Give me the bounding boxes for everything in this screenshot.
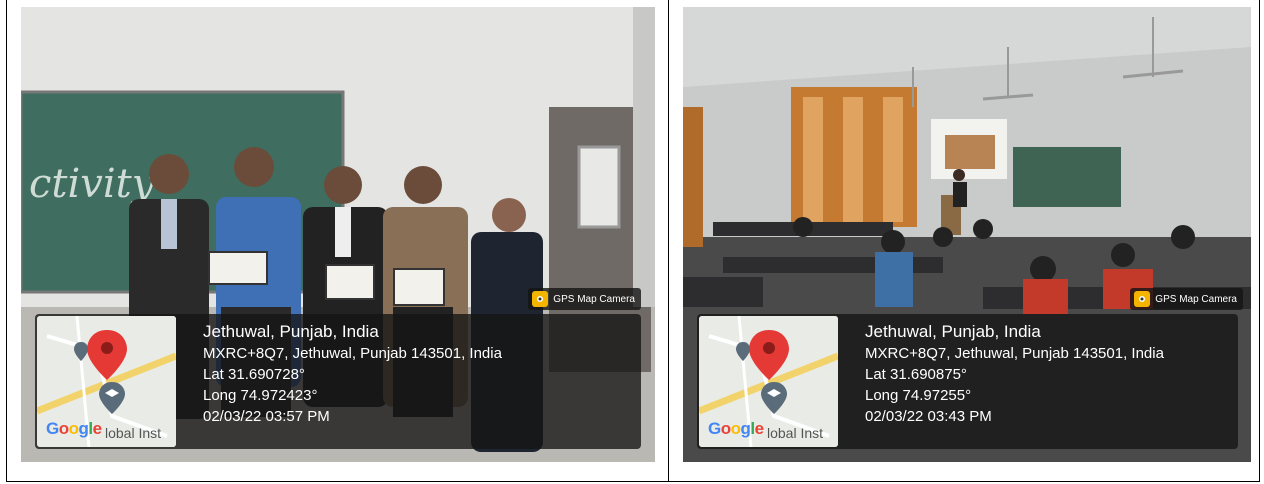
address: MXRC+8Q7, Jethuwal, Punjab 143501, India	[865, 345, 1164, 362]
latitude: Lat 31.690728°	[203, 366, 305, 383]
place-name: Jethuwal, Punjab, India	[203, 322, 379, 341]
camera-icon	[1134, 291, 1151, 307]
certificate-3	[393, 268, 445, 306]
gps-info-text: Jethuwal, Punjab, India MXRC+8Q7, Jethuw…	[203, 320, 502, 427]
place-name: Jethuwal, Punjab, India	[865, 322, 1041, 341]
camera-icon	[532, 291, 549, 307]
map-thumbnail: Google lobal Inst	[699, 316, 838, 447]
datetime: 02/03/22 03:57 PM	[203, 408, 330, 425]
map-caption: lobal Inst	[767, 425, 824, 441]
photo-award-ceremony: ctivity GPS Map Camera Google lobal Inst…	[21, 7, 655, 462]
gps-info-text: Jethuwal, Punjab, India MXRC+8Q7, Jethuw…	[865, 320, 1164, 427]
google-logo: Google	[46, 419, 102, 438]
gps-badge: GPS Map Camera	[1130, 288, 1243, 310]
map-thumbnail: Google lobal Inst	[37, 316, 176, 447]
longitude: Long 74.972423°	[203, 387, 318, 404]
gps-badge-label: GPS Map Camera	[1155, 293, 1237, 305]
address: MXRC+8Q7, Jethuwal, Punjab 143501, India	[203, 345, 502, 362]
latitude: Lat 31.690875°	[865, 366, 967, 383]
datetime: 02/03/22 03:43 PM	[865, 408, 992, 425]
gps-badge-label: GPS Map Camera	[553, 293, 635, 305]
certificate-2	[325, 264, 375, 300]
table-divider	[668, 0, 669, 482]
certificate-1	[208, 251, 268, 285]
gps-info-panel: Google lobal Inst Jethuwal, Punjab, Indi…	[35, 314, 641, 449]
gps-badge: GPS Map Camera	[528, 288, 641, 310]
gps-info-panel: Google lobal Inst Jethuwal, Punjab, Indi…	[697, 314, 1238, 449]
google-logo: Google	[708, 419, 764, 438]
map-caption: lobal Inst	[105, 425, 162, 441]
photo-classroom: GPS Map Camera Google lobal Inst Jethuwa…	[683, 7, 1251, 462]
longitude: Long 74.97255°	[865, 387, 972, 404]
